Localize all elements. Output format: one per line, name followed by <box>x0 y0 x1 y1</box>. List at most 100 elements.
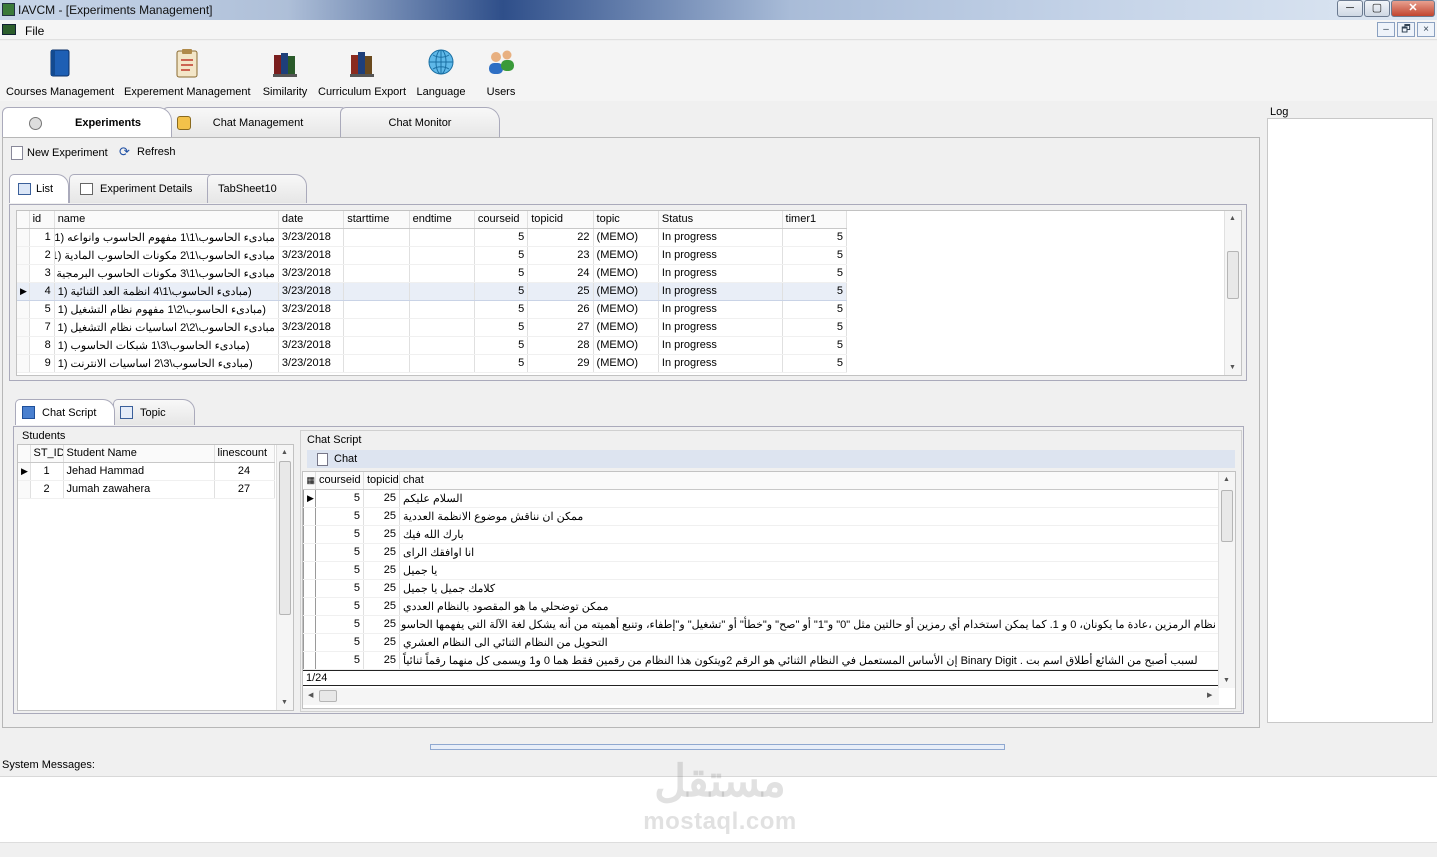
column-header[interactable]: topic <box>593 211 659 229</box>
tab-topic[interactable]: Topic <box>113 399 195 425</box>
chat-hscroll[interactable]: ◀ ▶ <box>303 688 1219 705</box>
scroll-up-icon[interactable]: ▲ <box>1223 476 1230 483</box>
table-row[interactable]: 5 25 ممكن ان نناقش موضوع الانظمة العددية <box>303 507 1220 526</box>
column-header[interactable]: linescount <box>214 445 275 463</box>
table-row[interactable]: 9 (مبادىء الحاسوب\3\2 اساسيات الانترنت (1… <box>17 354 848 373</box>
table-row[interactable]: 1 مبادىء الحاسوب\1\1 مفهوم الحاسوب وانواع… <box>17 228 848 247</box>
table-row[interactable]: 5 25 بارك الله فيك <box>303 525 1220 544</box>
students-grid[interactable]: ST_ID Student Name linescount ▶ 1 Jehad Ha… <box>17 444 294 711</box>
child-restore-button[interactable]: 🗗 <box>1397 22 1415 37</box>
menu-file[interactable]: File <box>25 24 44 38</box>
child-close-button[interactable]: × <box>1417 22 1435 37</box>
column-header[interactable]: endtime <box>409 211 475 229</box>
tab-chat-script[interactable]: Chat Script <box>15 399 115 425</box>
table-row[interactable]: 5 25 انا اوافقك الراى <box>303 543 1220 562</box>
tab-experiment-details[interactable]: Experiment Details <box>69 174 219 203</box>
column-header[interactable]: courseid <box>315 472 364 490</box>
scroll-thumb[interactable] <box>319 690 337 702</box>
tab-experiments[interactable]: Experiments <box>2 107 172 138</box>
clipboard-icon <box>176 49 198 78</box>
table-row[interactable]: 5 25 نظام الرمزين ،عادة ما يكونان، 0 و 1. … <box>303 615 1220 634</box>
table-cell: 3/23/2018 <box>278 281 345 301</box>
log-textbox[interactable] <box>1267 118 1433 723</box>
chat-script-group: Chat Script Chat ▦ courseid topicid chat <box>300 430 1242 712</box>
panel-splitter[interactable] <box>430 744 1005 750</box>
column-header[interactable]: topicid <box>527 211 594 229</box>
scroll-left-icon[interactable]: ◀ <box>308 691 313 699</box>
table-cell: نظام الرمزين ،عادة ما يكونان، 0 و 1. كما… <box>399 615 1220 634</box>
experement-management-button[interactable]: Experement Management <box>124 47 251 98</box>
scroll-right-icon[interactable]: ▶ <box>1207 691 1212 699</box>
language-button[interactable]: Language <box>414 47 468 98</box>
close-button[interactable]: ✕ <box>1391 0 1435 17</box>
table-cell: التحويل من النظام الثنائي الى النظام الع… <box>399 633 1220 652</box>
chat-grid[interactable]: ▦ courseid topicid chat ▶ 5 25 السلام عليكم… <box>302 471 1236 709</box>
curriculum-export-button[interactable]: Curriculum Export <box>318 47 406 98</box>
tab-tabsheet10[interactable]: TabSheet10 <box>207 174 307 203</box>
table-row[interactable]: 5 25 كلامك جميل يا جميل <box>303 579 1220 598</box>
table-cell: 8 <box>29 336 55 355</box>
students-vscroll[interactable]: ▲ ▼ <box>276 445 293 710</box>
table-row[interactable]: 5 25 التحويل من النظام الثنائي الى النظام … <box>303 633 1220 652</box>
column-header[interactable]: id <box>29 211 55 229</box>
table-row[interactable]: 5 (مبادىء الحاسوب\2\1 مفهوم نظام التشغيل … <box>17 300 848 319</box>
new-experiment-button[interactable]: New Experiment <box>11 146 108 160</box>
column-header[interactable]: starttime <box>343 211 410 229</box>
table-cell: 5 <box>474 336 529 355</box>
table-row[interactable]: 7 مبادىء الحاسوب\2\2 اساسيات نظام التشغيل… <box>17 318 848 337</box>
child-minimize-button[interactable]: – <box>1377 22 1395 37</box>
scroll-up-icon[interactable]: ▲ <box>1229 215 1236 222</box>
refresh-button[interactable]: ⟳ Refresh <box>119 145 176 158</box>
column-header[interactable]: Status <box>658 211 783 229</box>
experiments-vscroll[interactable]: ▲ ▼ <box>1224 211 1241 375</box>
maximize-button[interactable]: ▢ <box>1364 0 1390 17</box>
table-row[interactable]: 5 25 يا جميل <box>303 561 1220 580</box>
row-indicator-header <box>17 211 30 229</box>
column-header[interactable]: courseid <box>474 211 529 229</box>
chat-vscroll[interactable]: ▲ ▼ <box>1218 472 1235 688</box>
similarity-button[interactable]: Similarity <box>262 47 308 98</box>
column-header[interactable]: ST_ID <box>30 445 64 463</box>
column-header[interactable]: timer1 <box>782 211 848 229</box>
table-row[interactable]: 2 Jumah zawahera 27 <box>18 480 275 499</box>
minimize-button[interactable]: ─ <box>1337 0 1363 17</box>
table-row[interactable]: 5 25 ممكن توضحلي ما هو المقصود بالنظام الع… <box>303 597 1220 616</box>
experiments-grid[interactable]: id name date starttime endtime courseid … <box>16 210 1242 376</box>
experiment-subtabs: Experiment Details TabSheet10 List <box>9 174 1244 204</box>
table-cell: In progress <box>658 336 783 355</box>
scroll-thumb[interactable] <box>279 461 291 615</box>
table-row[interactable]: 5 25 لسبب أصبح من الشائع أطلاق اسم بت . Bi… <box>303 651 1220 670</box>
table-row[interactable]: ▶ 5 25 السلام عليكم <box>303 489 1220 508</box>
table-row[interactable]: ▶ 1 Jehad Hammad 24 <box>18 462 275 481</box>
table-cell: 3 <box>29 264 55 283</box>
table-row[interactable]: ▶ 4 (مبادىء الحاسوب\1\4 انظمة العد الثنائي… <box>17 281 848 301</box>
column-header[interactable]: name <box>54 211 279 229</box>
column-header[interactable]: Student Name <box>63 445 215 463</box>
table-cell: (MEMO) <box>593 354 659 373</box>
tab-chat-monitor[interactable]: Chat Monitor <box>340 107 500 137</box>
row-indicator <box>17 246 30 265</box>
table-row[interactable]: 2 مبادىء الحاسوب\1\2 مكونات الحاسوب الماد… <box>17 246 848 265</box>
tab-list[interactable]: List <box>9 174 69 203</box>
column-header[interactable]: chat <box>399 472 1220 490</box>
users-button[interactable]: Users <box>478 47 524 98</box>
scroll-up-icon[interactable]: ▲ <box>281 449 288 456</box>
row-indicator <box>17 318 30 337</box>
scroll-thumb[interactable] <box>1227 251 1239 299</box>
scroll-thumb[interactable] <box>1221 490 1233 542</box>
scroll-down-icon[interactable]: ▼ <box>1229 364 1236 371</box>
watermark: مستقل mostaql.com <box>630 755 810 835</box>
chat-tab[interactable]: Chat <box>307 450 1235 468</box>
table-row[interactable]: 8 (مبادىء الحاسوب\3\1 شبكات الحاسوب (1 3/2… <box>17 336 848 355</box>
table-cell: (MEMO) <box>593 318 659 337</box>
scroll-down-icon[interactable]: ▼ <box>281 699 288 706</box>
column-header[interactable]: date <box>278 211 345 229</box>
students-label: Students <box>22 430 66 442</box>
table-row[interactable]: 3 مبادىء الحاسوب\1\3 مكونات الحاسوب البرم… <box>17 264 848 283</box>
tab-chat-management[interactable]: Chat Management <box>162 107 354 137</box>
mdi-child-icon[interactable] <box>2 24 16 35</box>
column-header[interactable]: topicid <box>363 472 400 490</box>
scroll-down-icon[interactable]: ▼ <box>1223 677 1230 684</box>
courses-management-button[interactable]: Courses Management <box>6 47 114 98</box>
column-chooser-icon[interactable]: ▦ <box>303 472 316 490</box>
